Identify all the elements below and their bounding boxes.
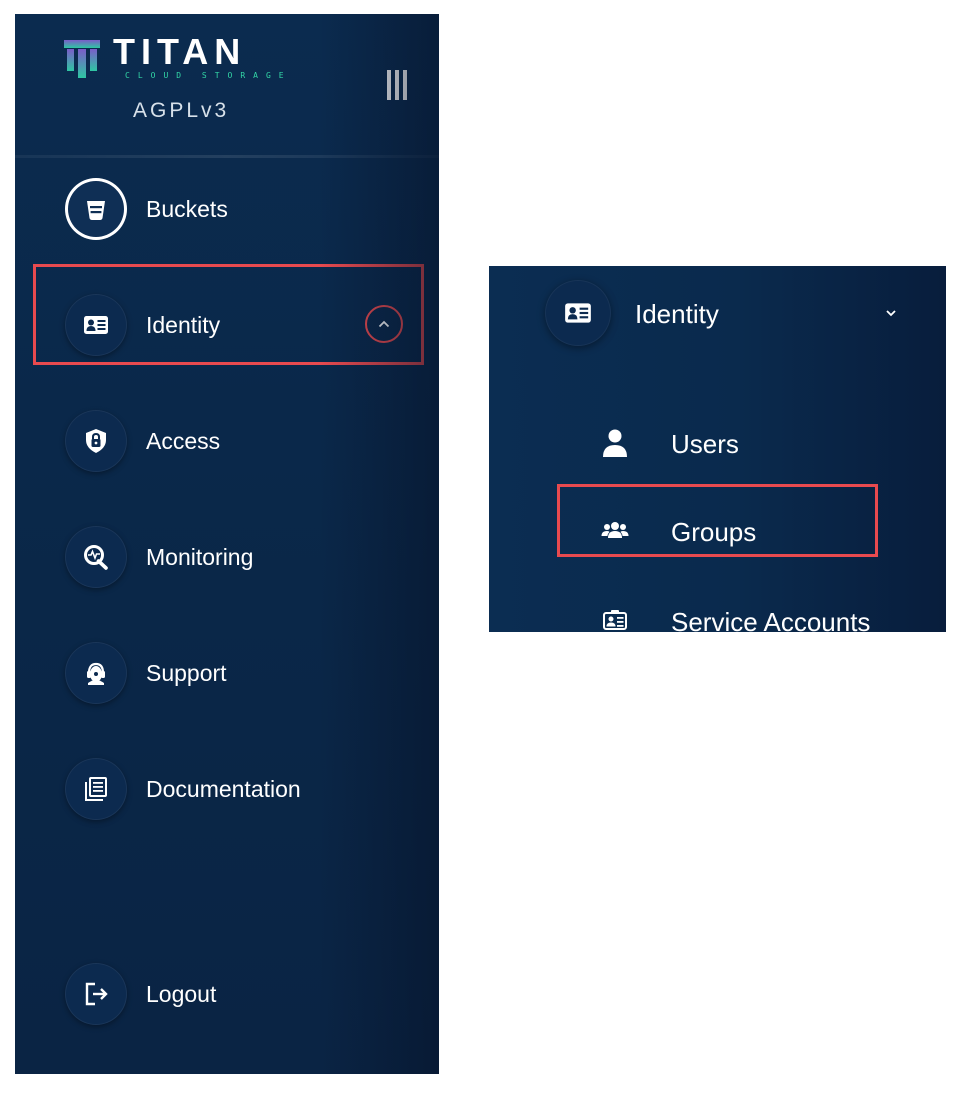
- titan-logo-icon: [64, 40, 100, 78]
- identity-submenu-panel: Identity Users Groups Service Accounts: [489, 266, 946, 632]
- sidebar-item-support[interactable]: Support: [15, 630, 439, 716]
- sidebar: TITAN CLOUD STORAGE AGPLv3 Buckets Ident…: [15, 14, 439, 1074]
- collapse-menu-button[interactable]: [387, 70, 413, 100]
- submenu-header-label: Identity: [635, 299, 719, 329]
- sidebar-item-label: Monitoring: [146, 544, 254, 570]
- sidebar-item-label: Support: [146, 660, 227, 686]
- license-label: AGPLv3: [133, 99, 230, 122]
- monitoring-icon: [65, 526, 127, 588]
- sidebar-item-label: Logout: [146, 981, 217, 1007]
- support-icon: [65, 642, 127, 704]
- sidebar-item-logout[interactable]: Logout: [15, 951, 439, 1037]
- chevron-down-icon[interactable]: [882, 304, 900, 322]
- submenu-item-service-accounts[interactable]: Service Accounts: [489, 592, 946, 632]
- brand-divider: [15, 155, 439, 158]
- user-icon: [603, 429, 627, 457]
- logout-icon: [65, 963, 127, 1025]
- sidebar-item-access[interactable]: Access: [15, 398, 439, 484]
- submenu-item-label: Service Accounts: [671, 607, 871, 632]
- sidebar-item-identity[interactable]: Identity: [15, 282, 439, 368]
- expand-toggle-button[interactable]: [365, 305, 403, 343]
- service-accounts-icon: [603, 610, 627, 630]
- sidebar-item-documentation[interactable]: Documentation: [15, 746, 439, 832]
- submenu-item-users[interactable]: Users: [489, 414, 946, 474]
- submenu-item-label: Groups: [671, 517, 757, 547]
- submenu-header-identity[interactable]: Identity: [489, 266, 946, 362]
- sidebar-item-label: Buckets: [146, 196, 228, 222]
- sidebar-item-label: Identity: [146, 312, 221, 338]
- bucket-icon: [65, 178, 127, 240]
- groups-icon: [601, 522, 629, 538]
- sidebar-item-monitoring[interactable]: Monitoring: [15, 514, 439, 600]
- lock-shield-icon: [65, 410, 127, 472]
- sidebar-item-label: Access: [146, 428, 221, 454]
- brand-header: TITAN CLOUD STORAGE AGPLv3: [15, 14, 439, 156]
- chevron-up-icon: [378, 320, 390, 328]
- documentation-icon: [65, 758, 127, 820]
- identity-card-icon: [65, 294, 127, 356]
- brand-tagline: CLOUD STORAGE: [125, 71, 292, 80]
- identity-card-icon: [545, 280, 611, 346]
- sidebar-item-label: Documentation: [146, 776, 301, 802]
- sidebar-item-buckets[interactable]: Buckets: [15, 166, 439, 252]
- submenu-item-label: Users: [671, 429, 739, 459]
- brand-name: TITAN: [113, 31, 247, 72]
- submenu-item-groups[interactable]: Groups: [489, 502, 946, 562]
